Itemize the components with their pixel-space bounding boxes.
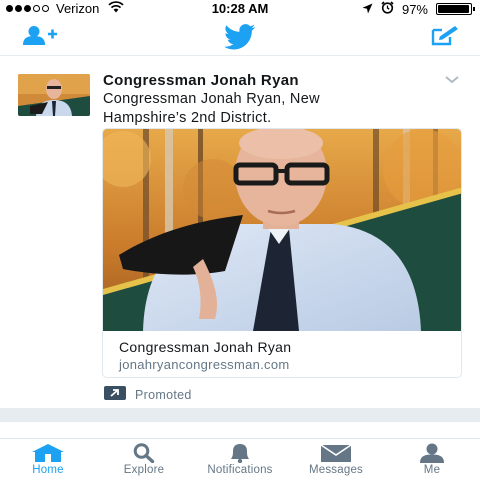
tab-home[interactable]: Home xyxy=(0,439,96,480)
avatar[interactable] xyxy=(18,74,90,116)
battery-icon xyxy=(436,3,475,15)
card-image[interactable] xyxy=(103,129,461,331)
tweet-author-name[interactable]: Congressman Jonah Ryan xyxy=(103,72,299,89)
bottom-tab-bar: Home Explore Notifications Messages Me xyxy=(0,438,480,480)
tab-label: Messages xyxy=(308,464,363,476)
compose-tweet-icon[interactable] xyxy=(430,25,462,52)
promoted-label: Promoted xyxy=(104,386,192,403)
location-arrow-icon xyxy=(362,2,373,17)
person-icon xyxy=(417,443,447,463)
tab-label: Explore xyxy=(123,464,165,476)
status-bar: Verizon 10:28 AM 97% xyxy=(0,0,480,18)
timeline-separator xyxy=(0,408,480,422)
battery-level xyxy=(438,5,470,13)
tweet-text: Congressman Jonah Ryan, New Hampshire’s … xyxy=(103,91,320,126)
card-title[interactable]: Congressman Jonah Ryan xyxy=(119,339,291,355)
promoted-text: Promoted xyxy=(135,387,192,402)
battery-percent: 97% xyxy=(401,1,428,17)
search-icon xyxy=(133,443,155,463)
promoted-arrow-icon xyxy=(104,386,126,403)
card-url[interactable]: jonahryancongressman.com xyxy=(119,357,290,372)
add-user-icon[interactable] xyxy=(22,25,58,52)
tweet[interactable]: Congressman Jonah Ryan Congressman Jonah… xyxy=(0,56,480,408)
top-nav-bar xyxy=(0,18,480,56)
twitter-bird-icon[interactable] xyxy=(221,24,259,55)
tab-label: Home xyxy=(32,464,64,476)
tab-label: Notifications xyxy=(207,464,273,476)
link-card[interactable]: Congressman Jonah Ryan jonahryancongress… xyxy=(102,128,462,378)
home-icon xyxy=(30,443,66,463)
tab-me[interactable]: Me xyxy=(384,439,480,480)
status-bar-right: 97% xyxy=(362,1,475,17)
bell-icon xyxy=(227,443,253,463)
chevron-down-icon[interactable] xyxy=(444,72,460,90)
alarm-clock-icon xyxy=(381,1,394,17)
tab-notifications[interactable]: Notifications xyxy=(192,439,288,480)
tab-messages[interactable]: Messages xyxy=(288,439,384,480)
tab-explore[interactable]: Explore xyxy=(96,439,192,480)
tab-label: Me xyxy=(423,464,441,476)
envelope-icon xyxy=(320,443,352,463)
